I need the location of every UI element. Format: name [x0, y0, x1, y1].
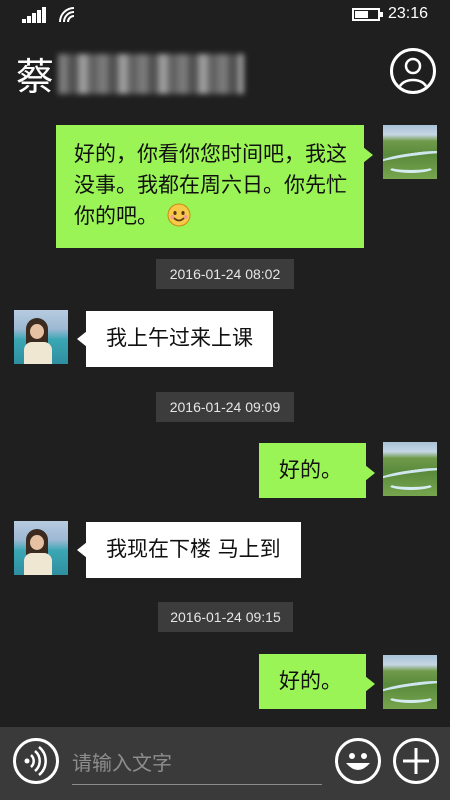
message-text: 好的。	[279, 669, 342, 693]
message-text: 好的。	[279, 458, 342, 482]
battery-icon	[352, 8, 383, 21]
message-bubble-outgoing[interactable]: 好的。	[259, 443, 375, 498]
wifi-icon	[59, 7, 75, 23]
profile-button[interactable]	[390, 48, 436, 94]
message-bubble-outgoing[interactable]: 好的，你看你您时间吧，我这没事。我都在周六日。你先忙你的吧。	[56, 125, 373, 248]
message-input[interactable]	[72, 741, 322, 785]
message-bubble-incoming[interactable]: 我上午过来上课	[77, 311, 273, 367]
chat-header: 蔡	[0, 32, 450, 108]
blurred-name-region	[58, 54, 244, 94]
plus-icon	[403, 748, 429, 774]
my-avatar[interactable]	[383, 442, 437, 496]
signal-icon	[22, 7, 48, 23]
input-bar	[0, 727, 450, 800]
contact-avatar[interactable]	[14, 521, 68, 575]
voice-button[interactable]	[13, 738, 59, 784]
emoji-button[interactable]	[335, 738, 381, 784]
status-bar: 23:16	[0, 0, 450, 32]
emoji-icon	[346, 753, 370, 770]
battery-fill	[355, 11, 368, 18]
timestamp: 2016-01-24 09:09	[156, 392, 294, 422]
plus-button[interactable]	[393, 738, 439, 784]
message-bubble-incoming[interactable]: 我现在下楼 马上到	[77, 522, 301, 578]
voice-icon	[24, 746, 47, 776]
status-time: 23:16	[388, 5, 429, 22]
message-bubble-outgoing[interactable]: 好的。	[259, 654, 375, 709]
my-avatar[interactable]	[383, 655, 437, 709]
message-text: 好的，你看你您时间吧，我这没事。我都在周六日。你先忙你的吧。	[74, 142, 347, 228]
my-avatar[interactable]	[383, 125, 437, 179]
message-text: 我上午过来上课	[106, 326, 253, 350]
message-text: 我现在下楼 马上到	[106, 537, 281, 561]
timestamp: 2016-01-24 08:02	[156, 259, 294, 289]
timestamp: 2016-01-24 09:15	[158, 602, 293, 632]
smile-emoji-icon	[167, 203, 191, 227]
contact-avatar[interactable]	[14, 310, 68, 364]
profile-icon	[397, 57, 429, 90]
contact-name[interactable]: 蔡	[16, 46, 56, 101]
